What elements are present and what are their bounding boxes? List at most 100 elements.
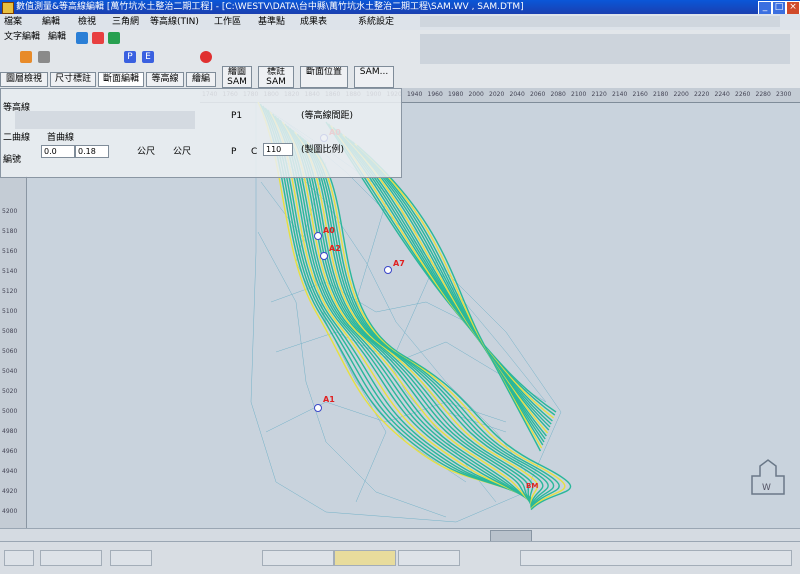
- menu-settings[interactable]: 系統設定: [358, 16, 394, 28]
- point-label: A1: [323, 395, 335, 404]
- ruler-tick-label: 2240: [714, 91, 730, 98]
- ruler-left: 5200 5180 5160 5140 5120 5100 5080 5060 5040 5020…: [0, 176, 27, 555]
- ruler-tick-label: 5180: [2, 228, 18, 235]
- toolbar-blurred-area: [420, 34, 790, 64]
- save-icon[interactable]: [76, 32, 88, 44]
- toolbar: 文字編輯 編輯 P E 圖層檢視 尺寸標註 斷面編輯 等高線 繪編 繪圖 SAM…: [0, 30, 800, 88]
- ruler-tick-label: 2160: [632, 91, 648, 98]
- ruler-tick-label: 2080: [550, 91, 566, 98]
- p-icon[interactable]: P: [124, 51, 136, 63]
- tab-layer-view[interactable]: 圖層檢視: [0, 72, 48, 87]
- menu-blurred-area: [420, 16, 780, 27]
- print-icon[interactable]: [38, 51, 50, 63]
- menu-view[interactable]: 檢視: [78, 16, 96, 28]
- text-edit-label[interactable]: 文字編輯: [4, 32, 40, 43]
- point-marker[interactable]: [384, 266, 392, 274]
- menu-workspace[interactable]: 工作區: [214, 16, 241, 28]
- point-label: A7: [393, 259, 405, 268]
- menu-bar: 檔案 編輯 檢視 三角網 等高線(TIN) 工作區 基準點 成果表 系統設定: [0, 14, 800, 31]
- ruler-tick-label: 4940: [2, 468, 18, 475]
- ruler-tick-label: 5060: [2, 348, 18, 355]
- ruler-tick-label: 2180: [653, 91, 669, 98]
- edit-label[interactable]: 編輯: [48, 32, 66, 43]
- panel-label-number: 編號: [3, 155, 22, 165]
- panel-label-secondary: 二曲線: [3, 133, 31, 143]
- horizontal-scrollbar[interactable]: [0, 528, 800, 542]
- panel-right-text1: (等高線間距): [301, 111, 354, 121]
- point-label: BM: [526, 482, 538, 490]
- panel-right-p: P: [231, 147, 237, 157]
- ruler-tick-label: 5120: [2, 288, 18, 295]
- menu-benchmark[interactable]: 基準點: [258, 16, 285, 28]
- ruler-tick-label: 5100: [2, 308, 18, 315]
- ruler-tick-label: 1980: [448, 91, 464, 98]
- ruler-tick-label: 5040: [2, 368, 18, 375]
- status-cell: [262, 550, 334, 566]
- ruler-tick-label: 2140: [612, 91, 628, 98]
- interval-field[interactable]: 0.0: [41, 145, 75, 158]
- contour-settings-panel: 等高線 二曲線 首曲線 編號 0.0 0.18 公尺 公尺 P1 P C 110…: [0, 88, 402, 178]
- menu-file[interactable]: 檔案: [4, 16, 22, 28]
- status-cell: [334, 550, 396, 566]
- scale-field[interactable]: 0.18: [75, 145, 109, 158]
- ruler-tick-label: 2040: [509, 91, 525, 98]
- ruler-tick-label: 2060: [530, 91, 546, 98]
- section-position-button[interactable]: 斷面位置: [300, 66, 348, 88]
- tab-dimension[interactable]: 尺寸標註: [50, 72, 96, 87]
- ruler-tick-label: 5020: [2, 388, 18, 395]
- compass-letter: W: [762, 483, 771, 493]
- point-marker[interactable]: [314, 232, 322, 240]
- point-marker[interactable]: [320, 252, 328, 260]
- menu-contour[interactable]: 等高線(TIN): [150, 16, 199, 28]
- draw-sam-button[interactable]: 繪圖 SAM: [222, 66, 252, 88]
- panel-right-p1: P1: [231, 111, 243, 121]
- ruler-tick-label: 5160: [2, 248, 18, 255]
- ruler-tick-label: 2120: [591, 91, 607, 98]
- ruler-tick-label: 4920: [2, 488, 18, 495]
- status-cell: [40, 550, 102, 566]
- panel-blurred-controls: [15, 111, 195, 129]
- point-icon[interactable]: [92, 32, 104, 44]
- menu-edit[interactable]: 編輯: [42, 16, 60, 28]
- stop-icon[interactable]: [200, 51, 212, 63]
- ruler-tick-label: 1940: [407, 91, 423, 98]
- window-title: 數值測量&等高線編輯 [萬竹坑水土整治二期工程] - [C:\WESTV\DAT…: [16, 2, 524, 12]
- ruler-tick-label: 2000: [468, 91, 484, 98]
- app-icon[interactable]: [2, 2, 14, 14]
- close-button[interactable]: ×: [786, 1, 800, 15]
- menu-results[interactable]: 成果表: [300, 16, 327, 28]
- ruler-tick-label: 2220: [694, 91, 710, 98]
- orientation-icon[interactable]: W: [748, 458, 788, 498]
- tab-section-edit[interactable]: 斷面編輯: [98, 72, 144, 87]
- minimize-button[interactable]: _: [758, 1, 772, 15]
- panel-label-primary: 首曲線: [47, 133, 75, 143]
- menu-tin[interactable]: 三角網: [112, 16, 139, 28]
- panel-right-c: C: [251, 147, 258, 157]
- unit-label-2: 公尺: [173, 147, 192, 157]
- tab-drawing[interactable]: 繪編: [186, 72, 216, 87]
- status-cell: [110, 550, 152, 566]
- label-sam-button[interactable]: 標註 SAM: [258, 66, 294, 88]
- ruler-tick-label: 2100: [571, 91, 587, 98]
- point-label: A0: [323, 226, 335, 235]
- point-marker[interactable]: [314, 404, 322, 412]
- tab-contour[interactable]: 等高線: [146, 72, 184, 87]
- e-icon[interactable]: E: [142, 51, 154, 63]
- ruler-tick-label: 4900: [2, 508, 18, 515]
- line-icon[interactable]: [108, 32, 120, 44]
- maximize-button[interactable]: □: [772, 1, 786, 15]
- unit-label-1: 公尺: [137, 147, 156, 157]
- open-icon[interactable]: [20, 51, 32, 63]
- ruler-tick-label: 5080: [2, 328, 18, 335]
- ruler-tick-label: 1960: [427, 91, 443, 98]
- ruler-tick-label: 2280: [755, 91, 771, 98]
- ruler-tick-label: 5140: [2, 268, 18, 275]
- interval-value-field[interactable]: 110: [263, 143, 293, 156]
- status-cell: [4, 550, 34, 566]
- ruler-tick-label: 2200: [673, 91, 689, 98]
- ruler-tick-label: 2300: [776, 91, 792, 98]
- title-bar: 數值測量&等高線編輯 [萬竹坑水土整治二期工程] - [C:\WESTV\DAT…: [0, 0, 800, 15]
- status-bar: [0, 541, 800, 574]
- ruler-tick-label: 4980: [2, 428, 18, 435]
- sam-button[interactable]: SAM...: [354, 66, 394, 88]
